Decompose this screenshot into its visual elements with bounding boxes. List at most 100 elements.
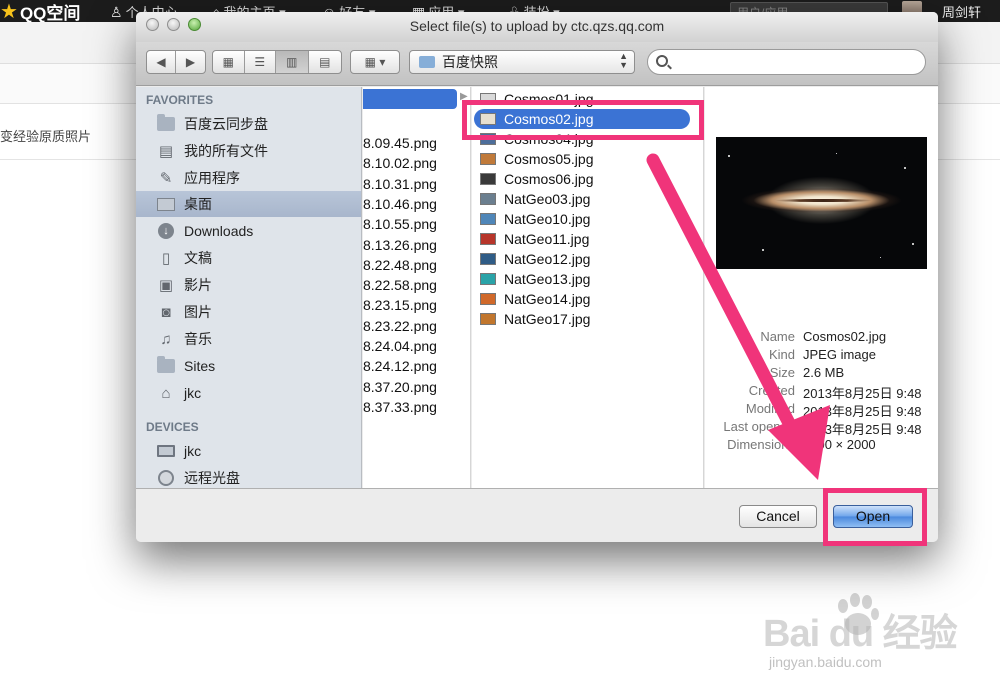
downloads-icon: ↓: [158, 223, 174, 239]
home-icon: ⌂: [161, 384, 171, 402]
selected-folder-row[interactable]: [363, 89, 457, 109]
column-view-button[interactable]: ▥: [276, 51, 309, 73]
sidebar-item-home[interactable]: ⌂ jkc: [136, 380, 361, 406]
documents-icon: ▯: [161, 250, 171, 267]
computer-icon: [157, 445, 175, 457]
arrange-icon: ▦ ▾: [364, 55, 386, 69]
dialog-titlebar: Select file(s) to upload by ctc.qzs.qq.c…: [136, 12, 938, 42]
info-value: 3200 × 2000: [803, 437, 876, 452]
preview-column: Name Cosmos02.jpg Kind JPEG image Size 2.6 MB…: [705, 87, 938, 488]
person-icon: ♙: [110, 4, 123, 20]
qq-zone-logo[interactable]: ★ QQ空间: [0, 0, 80, 24]
list-item[interactable]: 8.22.48.png: [363, 257, 437, 273]
search-input[interactable]: [647, 49, 926, 75]
pictures-icon: ◙: [161, 303, 171, 321]
cancel-button[interactable]: Cancel: [739, 505, 817, 528]
sidebar-item-applications[interactable]: ✎ 应用程序: [136, 165, 361, 191]
coverflow-icon: ▤: [319, 55, 331, 69]
dialog-toolbar: ◀ ▶ ▦ ☰ ▥ ▤ ▦ ▾ 百度快照 ▲ ▼: [136, 42, 938, 86]
info-value: 2013年8月25日 9:48: [803, 386, 922, 401]
list-item[interactable]: 8.10.02.png: [363, 155, 437, 171]
file-name: NatGeo03.jpg: [504, 191, 591, 207]
file-row[interactable]: NatGeo11.jpg: [480, 229, 694, 249]
sidebar-item-sites[interactable]: Sites: [136, 353, 361, 379]
image-thumbnail-icon: [480, 213, 496, 225]
image-thumbnail-icon: [480, 313, 496, 325]
info-row: Created 2013年8月25日 9:48: [705, 383, 938, 401]
list-item[interactable]: 8.10.31.png: [363, 176, 437, 192]
file-row[interactable]: Cosmos05.jpg: [480, 149, 694, 169]
sidebar-item-remote-disc[interactable]: 远程光盘: [136, 465, 361, 488]
sidebar-item-pictures[interactable]: ◙ 图片: [136, 299, 361, 325]
info-value: 2013年8月25日 9:48: [803, 404, 922, 419]
forward-arrow-icon: ▶: [185, 55, 196, 69]
sidebar-item-documents[interactable]: ▯ 文稿: [136, 245, 361, 271]
devices-header: DEVICES: [146, 420, 199, 434]
list-item[interactable]: 8.22.58.png: [363, 277, 437, 293]
folder-icon: [419, 56, 435, 68]
list-item[interactable]: 8.24.04.png: [363, 338, 437, 354]
list-item[interactable]: 8.37.33.png: [363, 399, 437, 415]
list-item[interactable]: 8.23.22.png: [363, 318, 437, 334]
remote-disc-icon: [158, 470, 174, 486]
back-button[interactable]: ◀: [147, 51, 177, 73]
dialog-title: Select file(s) to upload by ctc.qzs.qq.c…: [409, 18, 665, 34]
folder-icon: [157, 114, 175, 131]
arrange-button[interactable]: ▦ ▾: [350, 50, 400, 74]
info-value: 2013年8月25日 9:48: [803, 422, 922, 437]
list-item[interactable]: 8.24.12.png: [363, 358, 437, 374]
list-item[interactable]: 8.09.45.png: [363, 135, 437, 151]
info-key: Modified: [745, 401, 795, 416]
file-row[interactable]: NatGeo13.jpg: [480, 269, 694, 289]
sidebar-item-all-files[interactable]: ▤ 我的所有文件: [136, 138, 361, 164]
coverflow-view-button[interactable]: ▤: [309, 51, 341, 73]
file-row[interactable]: NatGeo14.jpg: [480, 289, 694, 309]
image-thumbnail-icon: [480, 253, 496, 265]
file-row[interactable]: NatGeo12.jpg: [480, 249, 694, 269]
file-name: NatGeo12.jpg: [504, 251, 591, 267]
file-row[interactable]: Cosmos06.jpg: [480, 169, 694, 189]
list-item[interactable]: 8.10.55.png: [363, 216, 437, 232]
location-popup[interactable]: 百度快照 ▲ ▼: [409, 50, 635, 74]
forward-button[interactable]: ▶: [176, 51, 205, 73]
info-key: Created: [748, 383, 795, 398]
sidebar-item-music[interactable]: ♫ 音乐: [136, 326, 361, 352]
back-arrow-icon: ◀: [156, 55, 166, 69]
watermark-text: Bai du 经验: [763, 613, 958, 655]
file-row[interactable]: NatGeo17.jpg: [480, 309, 694, 329]
file-row[interactable]: NatGeo10.jpg: [480, 209, 694, 229]
sidebar: FAVORITES 百度云同步盘 ▤ 我的所有文件 ✎ 应用程序 桌面 ↓ Downl…: [136, 87, 362, 488]
grid-icon: ▦: [222, 55, 234, 69]
info-key: Size: [769, 365, 795, 380]
image-thumbnail-icon: [480, 193, 496, 205]
info-row: Size 2.6 MB: [705, 365, 938, 383]
sidebar-item-movies[interactable]: ▣ 影片: [136, 272, 361, 298]
selected-file-row[interactable]: Cosmos02.jpg: [474, 109, 690, 129]
info-value: JPEG image: [803, 347, 876, 362]
image-thumbnail-icon: [480, 173, 496, 185]
list-item[interactable]: 8.23.15.png: [363, 297, 437, 313]
file-name: NatGeo17.jpg: [504, 311, 591, 327]
image-thumbnail-icon: [480, 293, 496, 305]
info-key: Dimensions: [727, 437, 795, 452]
sidebar-item-baidu-cloud[interactable]: 百度云同步盘: [136, 111, 361, 137]
file-name: NatGeo14.jpg: [504, 291, 591, 307]
file-upload-dialog: Select file(s) to upload by ctc.qzs.qq.c…: [136, 12, 938, 542]
list-view-button[interactable]: ☰: [245, 51, 277, 73]
info-row: Modified 2013年8月25日 9:48: [705, 401, 938, 419]
sidebar-item-downloads[interactable]: ↓ Downloads: [136, 218, 361, 244]
sidebar-item-desktop[interactable]: 桌面: [136, 191, 361, 217]
sidebar-item-computer[interactable]: jkc: [136, 438, 361, 464]
list-item[interactable]: 8.10.46.png: [363, 196, 437, 212]
file-name: Cosmos05.jpg: [504, 151, 594, 167]
browser-column-desktop: ▶ 8.09.45.png 8.10.02.png 8.10.31.png 8.10.…: [363, 87, 471, 488]
file-row[interactable]: NatGeo03.jpg: [480, 189, 694, 209]
highlight-open-button-box: [823, 488, 927, 546]
list-item[interactable]: 8.37.20.png: [363, 379, 437, 395]
icon-view-button[interactable]: ▦: [213, 51, 245, 73]
back-forward-buttons: ◀ ▶: [146, 50, 206, 74]
info-value: Cosmos02.jpg: [803, 329, 887, 344]
list-item[interactable]: 8.13.26.png: [363, 237, 437, 253]
columns-icon: ▥: [286, 55, 298, 69]
username[interactable]: 周剑轩: [942, 2, 981, 21]
